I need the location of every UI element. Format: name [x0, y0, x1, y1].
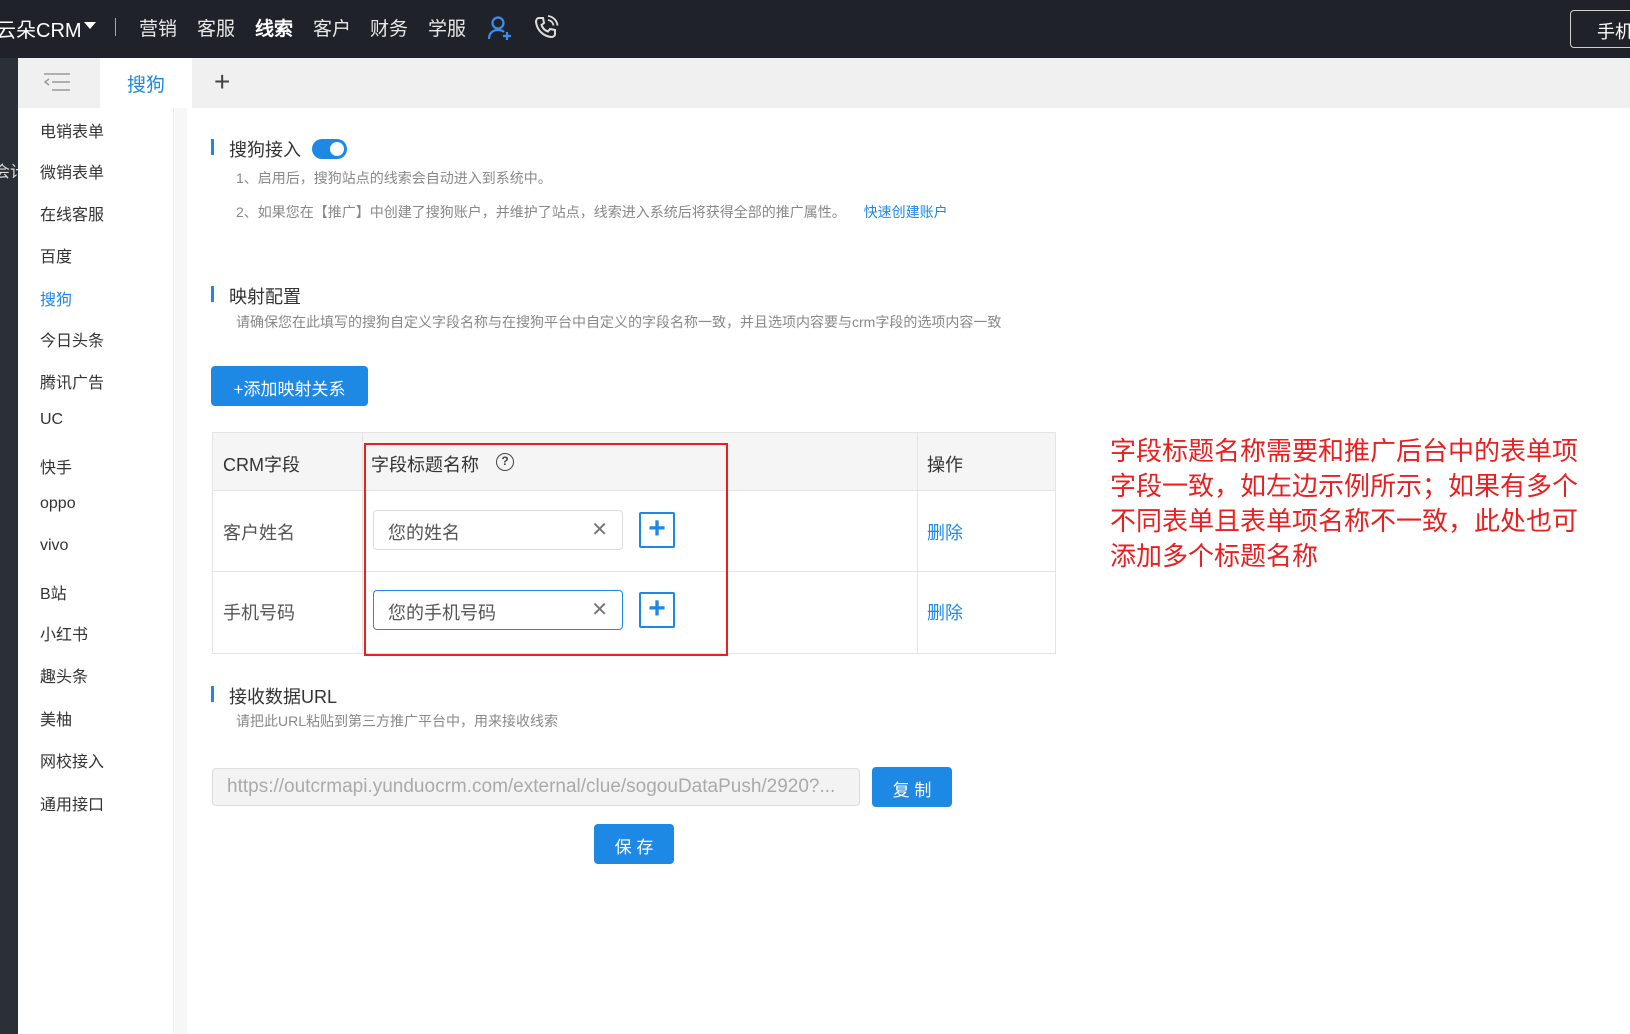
save-button[interactable]: 保 存 [594, 824, 674, 864]
highlight-box [364, 443, 728, 656]
mapping-note: 请确保您在此填写的搜狗自定义字段名称与在搜狗平台中自定义的字段名称一致，并且选项… [236, 314, 1002, 330]
column-divider [917, 433, 918, 653]
submenu-item-qutoutiao[interactable]: 趣头条 [40, 663, 88, 687]
column-header-action: 操作 [927, 455, 963, 475]
mapping-title: 映射配置 [229, 287, 301, 307]
tab-bar: 搜狗 + [18, 58, 1630, 108]
phone-icon[interactable] [532, 14, 560, 42]
add-user-icon[interactable] [486, 14, 514, 42]
receive-url-input[interactable]: https://outcrmapi.yunduocrm.com/external… [212, 768, 860, 806]
section-marker [211, 686, 214, 702]
copy-url-button[interactable]: 复 制 [872, 767, 952, 807]
column-header-crm-field: CRM字段 [223, 455, 300, 475]
submenu-item-online-school[interactable]: 网校接入 [40, 748, 104, 772]
toggle-knob [330, 142, 344, 156]
nav-item-marketing[interactable]: 营销 [139, 14, 177, 41]
submenu-item-oppo[interactable]: oppo [40, 495, 76, 513]
submenu-item-vivo[interactable]: vivo [40, 537, 68, 555]
delete-row-link[interactable]: 删除 [927, 519, 963, 545]
menu-collapse-icon[interactable] [44, 72, 72, 92]
content-gutter [175, 108, 187, 1034]
sogou-access-note-2-text: 2、如果您在【推广】中创建了搜狗账户，并维护了站点，线索进入系统后将获得全部的推… [236, 204, 846, 220]
table-cell-crm-field: 客户姓名 [223, 523, 295, 543]
add-tab-icon[interactable]: + [214, 66, 230, 98]
delete-row-link[interactable]: 删除 [927, 599, 963, 625]
receive-url-note: 请把此URL粘贴到第三方推广平台中，用来接收线索 [236, 713, 559, 729]
submenu-item-sogou[interactable]: 搜狗 [40, 286, 72, 310]
top-navbar: 云朵CRM 营销 客服 线索 客户 财务 学服 手机 [0, 0, 1630, 58]
submenu-item-uc[interactable]: UC [40, 411, 63, 429]
nav-item-finance[interactable]: 财务 [370, 14, 408, 41]
channel-submenu: 电销表单 微销表单 在线客服 百度 搜狗 今日头条 腾讯广告 UC 快手 opp… [18, 108, 174, 1034]
section-marker [211, 139, 214, 155]
sogou-access-note-2: 2、如果您在【推广】中创建了搜狗账户，并维护了站点，线索进入系统后将获得全部的推… [236, 202, 948, 222]
mobile-button[interactable]: 手机 [1570, 10, 1630, 48]
submenu-item-toutiao[interactable]: 今日头条 [40, 327, 104, 351]
tab-sogou[interactable]: 搜狗 [100, 58, 192, 108]
outer-sidebar [0, 58, 18, 1034]
annotation-text: 字段标题名称需要和推广后台中的表单项字段一致，如左边示例所示；如果有多个不同表单… [1110, 436, 1579, 571]
brand-dropdown-icon[interactable] [84, 22, 96, 29]
table-cell-crm-field: 手机号码 [223, 603, 295, 623]
receive-url-title: 接收数据URL [229, 687, 338, 707]
nav-item-student-service[interactable]: 学服 [428, 14, 466, 41]
column-divider [362, 433, 363, 653]
brand-logo-text[interactable]: 云朵CRM [0, 14, 82, 43]
submenu-item-meiyou[interactable]: 美柚 [40, 706, 72, 730]
quick-create-account-link[interactable]: 快速创建账户 [864, 204, 948, 220]
nav-item-leads[interactable]: 线索 [255, 14, 293, 41]
submenu-item-tencent-ads[interactable]: 腾讯广告 [40, 369, 104, 393]
sogou-access-toggle[interactable] [312, 139, 347, 159]
nav-item-service[interactable]: 客服 [197, 14, 235, 41]
sogou-access-title: 搜狗接入 [229, 140, 301, 160]
add-mapping-button[interactable]: +添加映射关系 [211, 366, 368, 406]
submenu-item-wechat-form[interactable]: 微销表单 [40, 159, 104, 183]
submenu-item-bilibili[interactable]: B站 [40, 580, 67, 604]
submenu-item-baidu[interactable]: 百度 [40, 243, 72, 267]
divider [115, 18, 116, 36]
submenu-item-phone-form[interactable]: 电销表单 [40, 118, 104, 142]
submenu-item-general-api[interactable]: 通用接口 [40, 791, 104, 815]
section-marker [211, 286, 214, 302]
submenu-item-kuaishou[interactable]: 快手 [40, 454, 72, 478]
nav-item-customers[interactable]: 客户 [313, 14, 351, 41]
submenu-item-online-service[interactable]: 在线客服 [40, 201, 104, 225]
submenu-item-xiaohongshu[interactable]: 小红书 [40, 621, 88, 645]
sogou-access-note-1: 1、启用后，搜狗站点的线索会自动进入到系统中。 [236, 170, 552, 186]
